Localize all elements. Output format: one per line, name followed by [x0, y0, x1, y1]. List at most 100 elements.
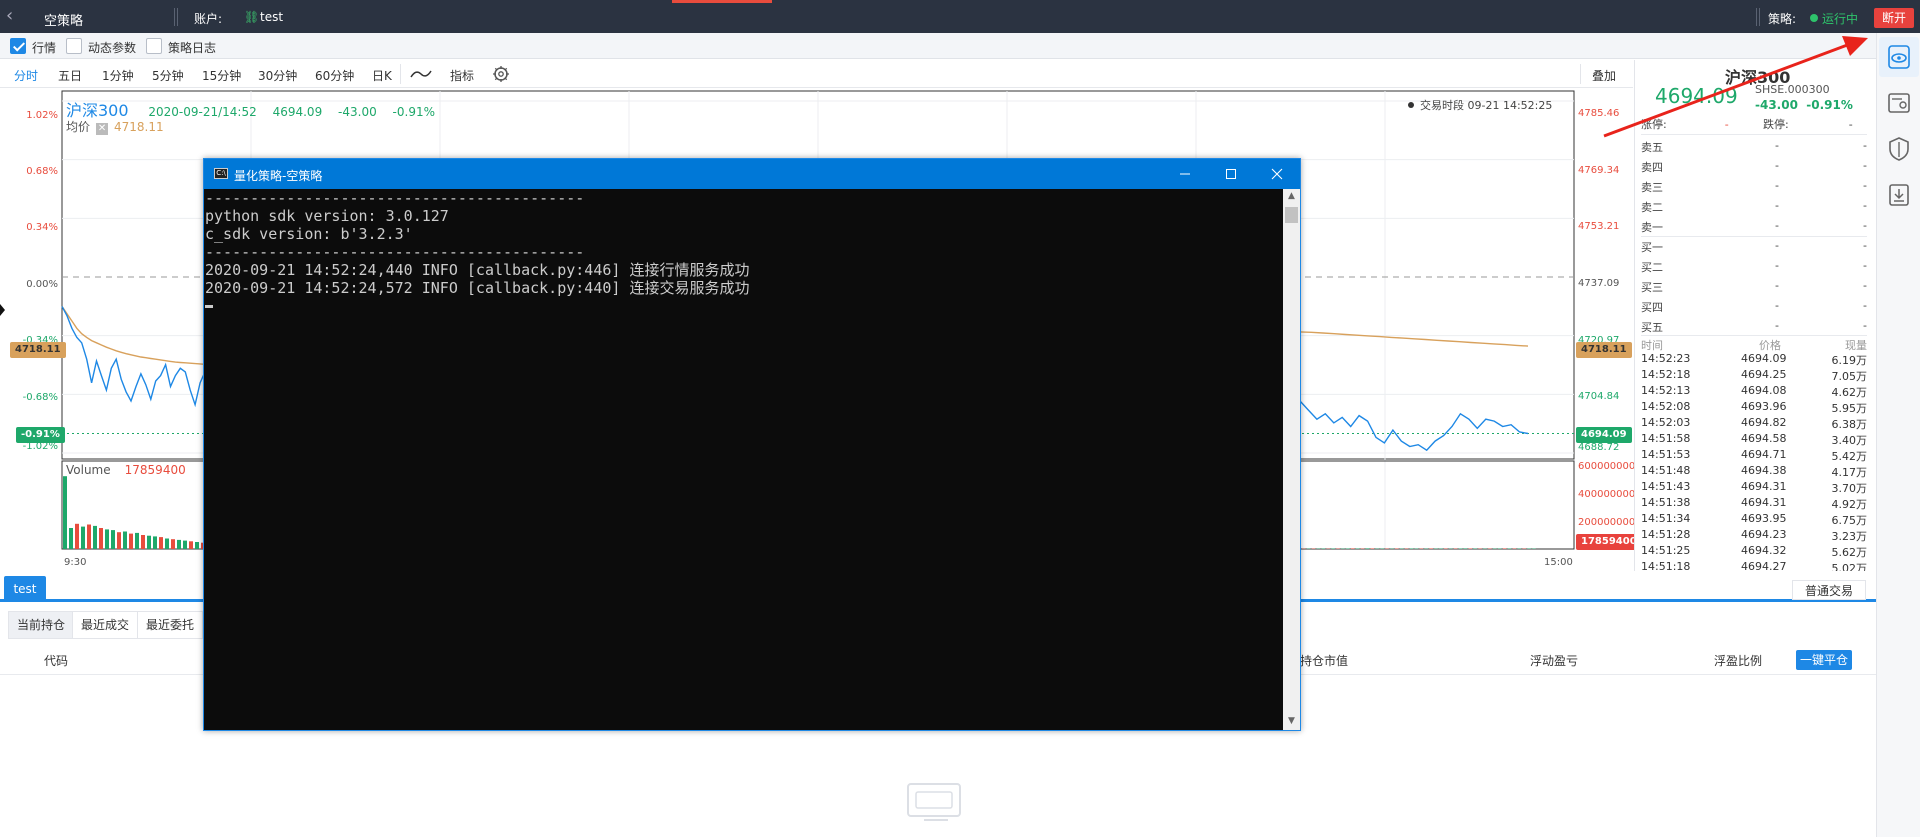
- checkbox-checked-icon[interactable]: [10, 38, 26, 54]
- console-output[interactable]: ----------------------------------------…: [204, 189, 1284, 730]
- checkbox-unchecked-icon[interactable]: [66, 38, 82, 54]
- ask-volume: -: [1863, 139, 1867, 152]
- console-line: c_sdk version: b'3.2.3': [205, 225, 413, 243]
- strategy-status-label: 策略:: [1768, 12, 1797, 26]
- volume-bar: [123, 531, 127, 549]
- scrollbar-thumb[interactable]: [1285, 207, 1298, 223]
- quote-panel: 沪深300 4694.09 SHSE.000300 -43.00 -0.91% …: [1634, 60, 1872, 571]
- volume-bar: [1351, 548, 1355, 549]
- console-line: ----------------------------------------…: [205, 189, 585, 207]
- checkbox-dynamic-params[interactable]: 动态参数: [66, 38, 142, 55]
- avg-price-tag-left: 4718.11: [10, 342, 66, 358]
- disconnect-button[interactable]: 断开: [1874, 8, 1914, 28]
- tick-volume: 5.62万: [1831, 546, 1868, 559]
- tick-price: 4694.58: [1741, 432, 1787, 445]
- normal-trade-button[interactable]: 普通交易: [1792, 580, 1866, 600]
- tab-5min[interactable]: 5分钟: [152, 67, 184, 84]
- tab-recent-trades[interactable]: 最近成交: [72, 611, 139, 639]
- close-button[interactable]: [1254, 159, 1300, 189]
- console-window[interactable]: C:\ 量化策略-空策略 ---------------------------…: [203, 158, 1301, 731]
- column-market-value[interactable]: 持仓市值: [1300, 652, 1348, 669]
- avg-price-tag-right: 4718.11: [1576, 342, 1632, 358]
- scroll-down-icon[interactable]: ▼: [1286, 716, 1297, 728]
- tick-price: 4694.08: [1741, 384, 1787, 397]
- tab-60min[interactable]: 60分钟: [315, 67, 354, 84]
- tick-volume: 3.23万: [1831, 530, 1868, 543]
- rail-risk-button[interactable]: [1879, 129, 1919, 169]
- tick-price: 4694.82: [1741, 416, 1787, 429]
- volume-bar: [99, 528, 103, 549]
- tick-volume: 4.17万: [1831, 466, 1868, 479]
- volume-bar: [1507, 548, 1512, 549]
- ask-row: 卖四 - -: [1641, 155, 1867, 175]
- bid-label: 买五: [1641, 321, 1663, 334]
- tab-1min[interactable]: 1分钟: [102, 67, 134, 84]
- checkbox-unchecked-icon[interactable]: [146, 38, 162, 54]
- tick-row: 14:52:13 4694.08 4.62万: [1641, 384, 1867, 400]
- column-float-pnl[interactable]: 浮动盈亏: [1530, 652, 1578, 669]
- volume-bar: [177, 539, 181, 549]
- volume-bar: [183, 540, 187, 549]
- volume-axis-label: 600000000: [1578, 461, 1636, 472]
- minimize-button[interactable]: [1162, 159, 1208, 189]
- rail-market-button[interactable]: [1879, 37, 1919, 77]
- volume-bar: [159, 537, 163, 549]
- rail-account-button[interactable]: [1879, 83, 1919, 123]
- close-all-button[interactable]: 一键平仓: [1796, 650, 1852, 670]
- tab-daily-k[interactable]: 日K: [372, 67, 392, 84]
- text-cursor: [205, 305, 213, 308]
- close-icon[interactable]: ✕: [96, 123, 109, 135]
- column-code[interactable]: 代码: [44, 652, 68, 669]
- tick-volume: 5.42万: [1831, 450, 1868, 463]
- checkbox-label: 动态参数: [88, 41, 137, 55]
- checkbox-market[interactable]: 行情: [10, 38, 60, 55]
- volume-axis-label: 400000000: [1578, 489, 1636, 500]
- maximize-button[interactable]: [1208, 159, 1254, 189]
- bid-price: -: [1775, 299, 1779, 312]
- scroll-up-icon[interactable]: ▲: [1286, 191, 1297, 203]
- tab-five-day[interactable]: 五日: [58, 67, 82, 84]
- console-scrollbar[interactable]: ▲ ▼: [1283, 189, 1300, 730]
- overlay-button[interactable]: 叠加: [1592, 67, 1616, 84]
- ask-price: -: [1775, 179, 1779, 192]
- tick-row: 14:52:23 4694.09 6.19万: [1641, 352, 1867, 368]
- tab-30min[interactable]: 30分钟: [258, 67, 297, 84]
- link-icon: ⛓: [244, 10, 260, 24]
- bid-label: 买一: [1641, 241, 1663, 254]
- tick-time: 14:51:28: [1641, 528, 1691, 541]
- back-chevron-icon[interactable]: ‹: [6, 7, 20, 26]
- volume-bar: [129, 533, 133, 549]
- divider: [1641, 335, 1867, 336]
- ask-price: -: [1775, 199, 1779, 212]
- quote-pct-value: -0.91%: [1806, 98, 1853, 112]
- quote-change: -43.00 -0.91%: [1755, 98, 1853, 112]
- tick-price: 4693.96: [1741, 400, 1787, 413]
- ask-price: -: [1775, 219, 1779, 232]
- toolbar-divider: [400, 64, 401, 84]
- console-line: 2020-09-21 14:52:24,440 INFO [callback.p…: [205, 261, 750, 279]
- bid-row: 买四 - -: [1641, 295, 1867, 315]
- tab-intraday[interactable]: 分时: [14, 67, 38, 84]
- volume-bar: [1468, 548, 1472, 549]
- column-float-ratio[interactable]: 浮盈比例: [1714, 652, 1762, 669]
- volume-bar: [153, 536, 157, 549]
- rail-download-button[interactable]: [1879, 175, 1919, 215]
- tab-recent-orders[interactable]: 最近委托: [137, 611, 204, 639]
- tab-account-test[interactable]: test: [4, 576, 46, 602]
- line-style-icon[interactable]: [410, 68, 432, 80]
- limit-down: 跌停: -: [1763, 116, 1853, 132]
- tab-15min[interactable]: 15分钟: [202, 67, 241, 84]
- checkbox-strategy-log[interactable]: 策略日志: [146, 38, 222, 55]
- tab-current-positions[interactable]: 当前持仓: [8, 611, 75, 639]
- gear-icon[interactable]: [490, 64, 512, 84]
- indicator-button[interactable]: 指标: [450, 67, 474, 84]
- time-axis-end: 15:00: [1544, 557, 1573, 568]
- tick-volume: 6.19万: [1831, 354, 1868, 367]
- ask-row: 卖二 - -: [1641, 195, 1867, 215]
- limit-down-value: -: [1848, 118, 1853, 131]
- collapse-chevron-icon: [0, 304, 5, 316]
- top-bar: ‹ 空策略 账户: ⛓ test 策略: 运行中 断开: [0, 0, 1920, 33]
- console-title-bar[interactable]: C:\ 量化策略-空策略: [204, 159, 1300, 189]
- volume-bar: [1502, 548, 1507, 549]
- tick-row: 14:51:38 4694.31 4.92万: [1641, 496, 1867, 512]
